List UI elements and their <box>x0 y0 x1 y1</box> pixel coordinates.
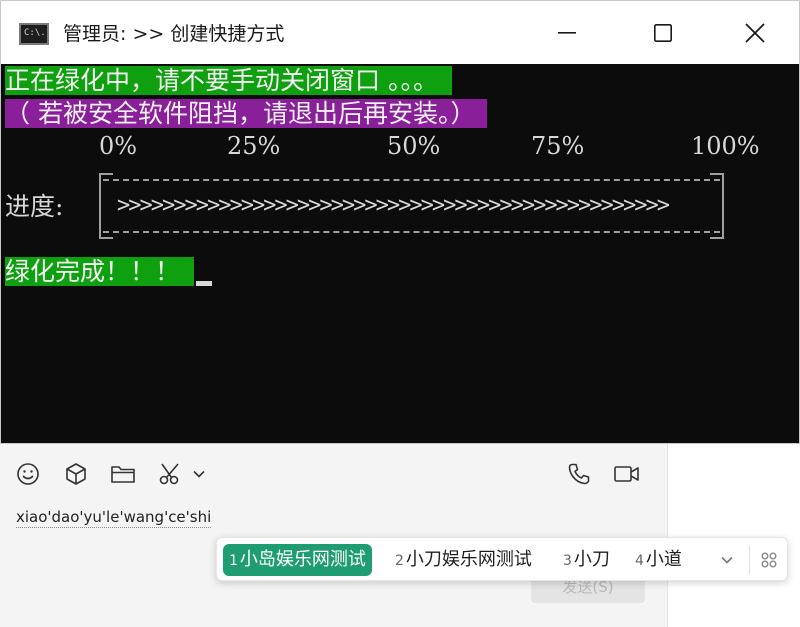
minimize-button[interactable] <box>519 1 615 64</box>
maximize-icon <box>654 23 672 42</box>
warning-line: （ 若被安全软件阻挡，请退出后再安装。） <box>5 97 488 131</box>
video-icon <box>614 466 639 482</box>
percent-label-0: 0% <box>99 132 138 160</box>
ime-expand-button[interactable] <box>713 550 741 570</box>
candidate-text: 小道 <box>645 549 682 570</box>
chevron-down-icon <box>193 470 205 478</box>
percent-label-75: 75% <box>531 132 585 160</box>
progress-border-bottom <box>103 231 720 233</box>
done-text: 绿化完成！！！ <box>5 257 195 286</box>
folder-icon <box>111 466 135 483</box>
candidate-text: 小刀 <box>573 549 610 570</box>
percent-label-100: 100% <box>691 132 760 160</box>
screenshot-options-button[interactable] <box>190 460 208 488</box>
progress-border-top <box>103 179 720 181</box>
ime-candidate-bar: 1 小岛娱乐网测试 2 小刀娱乐网测试 3 小刀 4 小道 <box>216 537 788 581</box>
video-call-button[interactable] <box>610 460 644 488</box>
warning-text: （ 若被安全软件阻挡，请退出后再安装。） <box>5 99 488 128</box>
progress-bracket-left <box>99 173 113 239</box>
console-output: 正在绿化中，请不要手动关闭窗口 。。。 （ 若被安全软件阻挡，请退出后再安装。）… <box>1 64 799 443</box>
candidate-text: 小岛娱乐网测试 <box>239 549 366 570</box>
emoji-icon <box>17 463 39 485</box>
model-button[interactable] <box>62 460 90 488</box>
scissors-icon <box>159 463 179 485</box>
ime-candidate-1[interactable]: 1 小岛娱乐网测试 <box>223 544 372 576</box>
candidate-text: 小刀娱乐网测试 <box>405 549 532 570</box>
close-icon <box>745 22 765 43</box>
message-input[interactable]: xiao'dao'yu'le'wang'ce'shi <box>16 507 212 528</box>
candidate-number: 2 <box>395 553 404 569</box>
candidate-number: 4 <box>635 553 644 569</box>
grid-icon <box>761 552 777 568</box>
voice-call-button[interactable] <box>564 460 594 488</box>
ime-divider <box>749 546 750 574</box>
close-button[interactable] <box>707 1 799 64</box>
progress-bracket-right <box>710 173 724 239</box>
ime-candidate-2[interactable]: 2 小刀娱乐网测试 <box>395 544 532 576</box>
emoji-button[interactable] <box>14 460 42 488</box>
status-text: 正在绿化中，请不要手动关闭窗口 。。。 <box>5 66 452 95</box>
title-bar[interactable]: C:\. 管理员: >> 创建快捷方式 <box>1 1 799 64</box>
percent-label-25: 25% <box>227 132 281 160</box>
status-line: 正在绿化中，请不要手动关闭窗口 。。。 <box>5 64 452 98</box>
chat-input-panel: xiao'dao'yu'le'wang'ce'shi 发送(S) <box>0 444 668 627</box>
done-line: 绿化完成！！！ <box>5 255 213 289</box>
console-app-icon: C:\. <box>19 23 49 45</box>
ime-menu-button[interactable] <box>757 550 781 570</box>
ime-candidate-4[interactable]: 4 小道 <box>635 544 682 576</box>
progress-label: 进度: <box>5 192 64 221</box>
cube-icon <box>66 463 86 485</box>
screenshot-button[interactable] <box>156 460 186 488</box>
ime-candidate-3[interactable]: 3 小刀 <box>563 544 610 576</box>
text-cursor <box>196 281 213 286</box>
minimize-icon <box>558 31 576 34</box>
window-title: 管理员: >> 创建快捷方式 <box>63 23 285 45</box>
progress-bar: >>>>>>>>>>>>>>>>>>>>>>>>>>>>>>>>>>>>>>>>… <box>99 173 724 239</box>
candidate-number: 1 <box>229 553 238 569</box>
percent-label-50: 50% <box>387 132 441 160</box>
phone-icon <box>568 463 590 485</box>
candidate-number: 3 <box>563 553 572 569</box>
maximize-button[interactable] <box>615 1 711 64</box>
chevron-down-icon <box>721 556 733 564</box>
progress-fill: >>>>>>>>>>>>>>>>>>>>>>>>>>>>>>>>>>>>>>>>… <box>117 193 670 218</box>
file-button[interactable] <box>108 460 138 488</box>
console-window: C:\. 管理员: >> 创建快捷方式 正在绿化中，请不要手动关闭窗口 。。。 … <box>0 0 800 444</box>
